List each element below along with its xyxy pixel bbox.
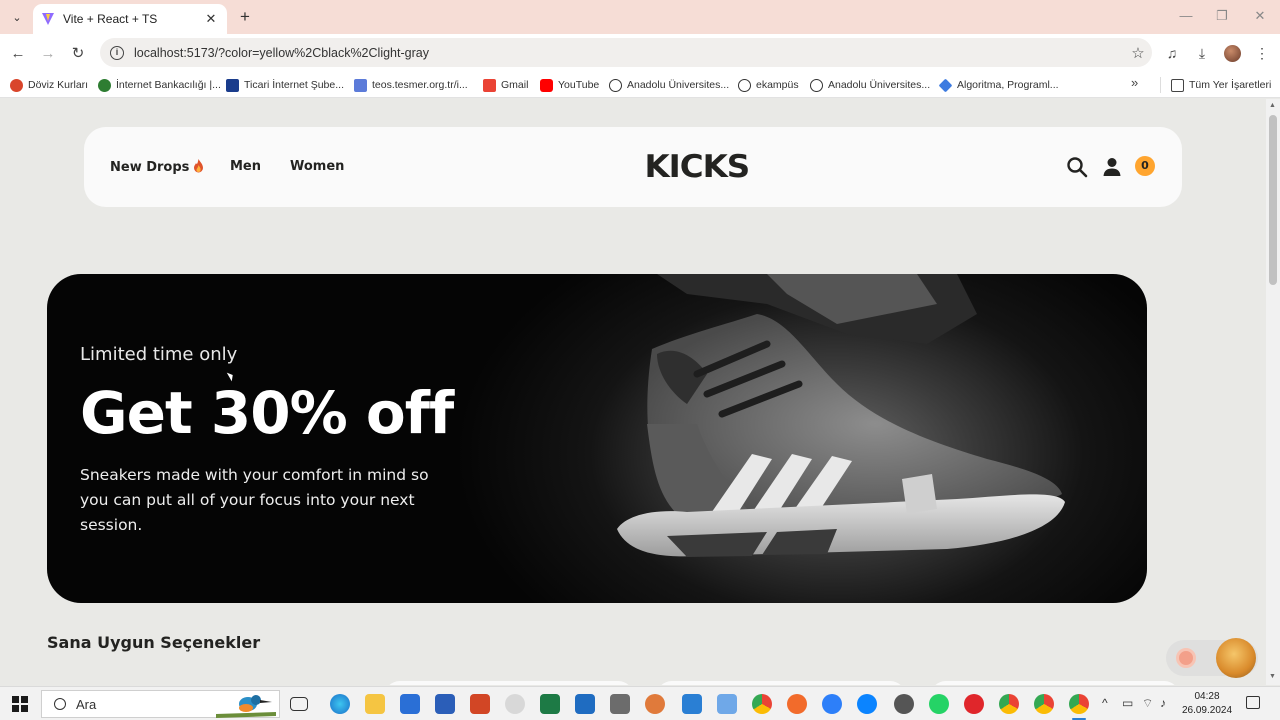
windows-start-icon[interactable]	[12, 696, 28, 712]
vite-favicon-icon	[42, 13, 54, 25]
tab-search-button[interactable]: ⌄	[6, 6, 28, 28]
messenger-icon[interactable]	[857, 694, 877, 714]
address-bar[interactable]: i localhost:5173/?color=yellow%2Cblack%2…	[100, 38, 1152, 67]
outlook-icon[interactable]	[575, 694, 595, 714]
chrome-active-icon[interactable]	[1069, 694, 1089, 714]
bookmark-item[interactable]: İnternet Bankacılığı |...	[98, 76, 221, 94]
user-icon[interactable]	[1101, 156, 1123, 178]
downloads-icon[interactable]: ⤓	[1191, 42, 1213, 64]
bookmark-item[interactable]: teos.tesmer.org.tr/i...	[354, 76, 468, 94]
edge-icon[interactable]	[330, 694, 350, 714]
reload-icon[interactable]: ↻	[67, 42, 89, 64]
excel-icon[interactable]	[540, 694, 560, 714]
maximize-button[interactable]: ❐	[1210, 8, 1234, 24]
nav-new-drops[interactable]: New Drops	[110, 159, 204, 175]
media-controls-icon[interactable]: ♫	[1161, 42, 1183, 64]
chrome-icon[interactable]	[752, 694, 772, 714]
new-tab-button[interactable]: +	[235, 7, 255, 27]
settings-gear-icon[interactable]	[894, 694, 914, 714]
sneaker-image	[617, 274, 1065, 557]
chrome-profile-icon[interactable]	[999, 694, 1019, 714]
taskbar-clock[interactable]: 04:28 26.09.2024	[1181, 690, 1233, 718]
section-title: Sana Uygun Seçenekler	[47, 633, 261, 652]
bookmark-item[interactable]: Gmail	[483, 76, 528, 94]
hero-title: Get 30% off	[80, 379, 454, 447]
zoom-icon[interactable]	[822, 694, 842, 714]
taskbar-search-box[interactable]: Ara	[41, 690, 280, 718]
scroll-down-icon[interactable]: ▼	[1269, 673, 1276, 680]
opera-icon[interactable]	[964, 694, 984, 714]
forward-icon[interactable]: →	[37, 42, 59, 64]
snipping-tool-icon[interactable]	[505, 694, 525, 714]
browser-tab-strip: ⌄ Vite + React + TS ✕ + — ❐ ✕	[0, 0, 1280, 34]
browser-toolbar: ← → ↻ i localhost:5173/?color=yellow%2Cb…	[0, 34, 1280, 71]
calculator-icon[interactable]	[610, 694, 630, 714]
page-viewport: New Drops Men Women KICKS 0 Limited time…	[0, 99, 1266, 685]
hero-description: Sneakers made with your comfort in mind …	[80, 466, 429, 534]
kicks-logo[interactable]: KICKS	[645, 149, 751, 185]
url-text[interactable]: localhost:5173/?color=yellow%2Cblack%2Cl…	[134, 46, 1124, 60]
clock-date: 26.09.2024	[1181, 705, 1233, 716]
bookmark-star-icon[interactable]: ☆	[1124, 44, 1152, 62]
mail-icon[interactable]	[400, 694, 420, 714]
recorder-avatar	[1216, 638, 1256, 678]
bookmarks-bar: Döviz Kurları İnternet Bankacılığı |... …	[0, 71, 1280, 98]
bookmark-item[interactable]: Anadolu Üniversites...	[609, 76, 729, 94]
search-icon	[54, 698, 66, 710]
tab-close-icon[interactable]: ✕	[203, 11, 219, 27]
scrollbar-thumb[interactable]	[1269, 115, 1277, 285]
menu-kebab-icon[interactable]: ⋮	[1251, 42, 1273, 64]
bookmark-item[interactable]: ekampüs	[738, 76, 799, 94]
app-icon[interactable]	[787, 694, 807, 714]
kingfisher-illustration-icon	[216, 695, 276, 718]
volume-icon[interactable]: ♪	[1160, 696, 1166, 710]
profile-avatar[interactable]	[1221, 42, 1243, 64]
close-window-button[interactable]: ✕	[1248, 8, 1272, 24]
divider	[1160, 77, 1161, 93]
clock-time: 04:28	[1194, 691, 1220, 702]
bookmark-item[interactable]: YouTube	[540, 76, 599, 94]
record-icon[interactable]	[1176, 648, 1196, 668]
minimize-button[interactable]: —	[1174, 8, 1198, 23]
page-scrollbar[interactable]: ▲ ▼	[1266, 99, 1280, 685]
more-bookmarks-icon[interactable]: »	[1131, 75, 1138, 90]
back-icon[interactable]: ←	[7, 42, 29, 64]
nav-women[interactable]: Women	[290, 159, 344, 174]
fire-icon	[194, 159, 204, 173]
hero-subtitle: Limited time only	[80, 344, 238, 365]
tab-title: Vite + React + TS	[63, 12, 158, 26]
powerpoint-icon[interactable]	[470, 694, 490, 714]
vscode-icon[interactable]	[682, 694, 702, 714]
task-view-icon[interactable]	[290, 697, 308, 711]
product-card[interactable]	[384, 681, 634, 685]
product-card[interactable]	[656, 681, 906, 685]
search-icon[interactable]	[1066, 156, 1088, 178]
bookmark-item[interactable]: Anadolu Üniversites...	[810, 76, 930, 94]
scroll-up-icon[interactable]: ▲	[1269, 102, 1276, 109]
site-navbar: New Drops Men Women KICKS 0	[84, 127, 1182, 207]
cart-count-badge[interactable]: 0	[1135, 156, 1155, 176]
app-icon[interactable]	[645, 694, 665, 714]
hero-banner: Limited time only Get 30% off Sneakers m…	[47, 274, 1147, 603]
whatsapp-icon[interactable]	[929, 694, 949, 714]
chrome-profile-icon[interactable]	[1034, 694, 1054, 714]
bookmark-item[interactable]: Algoritma, Programl...	[938, 76, 1059, 94]
browser-tab[interactable]: Vite + React + TS ✕	[33, 4, 227, 34]
bookmark-item[interactable]: Ticari İnternet Şube...	[226, 76, 344, 94]
taskbar-search-placeholder: Ara	[76, 696, 97, 712]
file-explorer-icon[interactable]	[365, 694, 385, 714]
screen-recorder-widget[interactable]	[1166, 638, 1258, 678]
wifi-icon[interactable]: ⌔	[1142, 696, 1153, 711]
all-bookmarks-folder[interactable]: Tüm Yer İşaretleri	[1171, 76, 1271, 94]
site-info-icon[interactable]: i	[110, 45, 124, 60]
battery-icon[interactable]: ▭	[1122, 696, 1133, 710]
windows-taskbar: Ara ^ ▭ ⌔ ♪ 04:28 26.09.2024	[0, 686, 1280, 720]
word-icon[interactable]	[435, 694, 455, 714]
notifications-icon[interactable]	[1246, 696, 1260, 709]
nav-men[interactable]: Men	[230, 159, 261, 174]
app-icon[interactable]	[717, 694, 737, 714]
tray-expand-icon[interactable]: ^	[1102, 696, 1108, 710]
bookmark-item[interactable]: Döviz Kurları	[10, 76, 88, 94]
product-card[interactable]	[930, 681, 1180, 685]
